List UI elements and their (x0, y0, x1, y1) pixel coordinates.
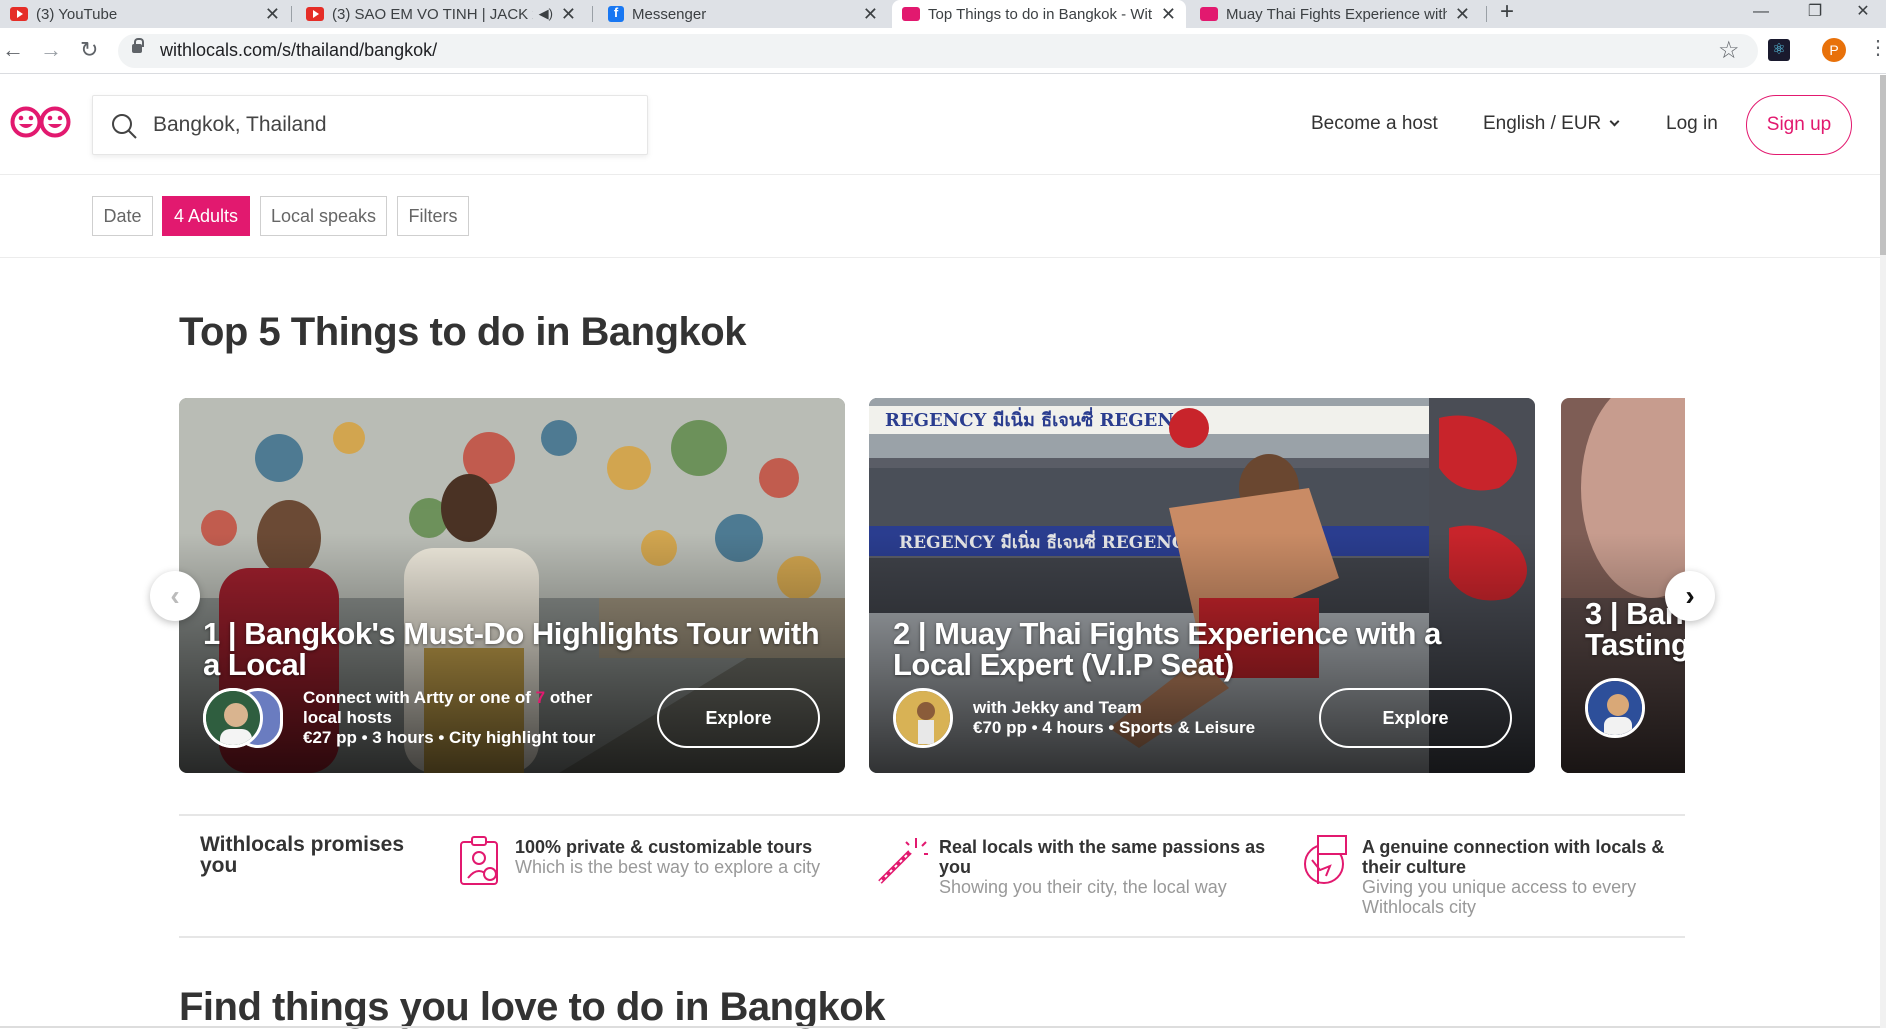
tab-title: Muay Thai Fights Experience with a Local (1226, 5, 1447, 23)
host-avatar[interactable] (1585, 678, 1645, 738)
speaker-icon[interactable]: ◀) (539, 6, 553, 22)
magic-wand-icon (878, 838, 928, 884)
date-filter-button[interactable]: Date (92, 196, 153, 236)
tab-title: Messenger (632, 5, 707, 23)
host-avatar[interactable] (893, 688, 953, 748)
browser-menu-icon[interactable]: ⋮ (1868, 36, 1886, 60)
react-extension-icon[interactable]: ⚛ (1768, 39, 1790, 61)
local-speaks-filter-button[interactable]: Local speaks (260, 196, 387, 236)
promise-subtitle: Giving you unique access to every Withlo… (1362, 877, 1637, 917)
promises-heading: Withlocals promises you (200, 833, 405, 877)
filters-button[interactable]: Filters (397, 196, 469, 236)
page-title: Top 5 Things to do in Bangkok (179, 310, 746, 354)
tab-top-things-bangkok[interactable]: Top Things to do in Bangkok - Withlocals… (892, 0, 1186, 28)
host-line: with Jekky and Team (973, 698, 1142, 717)
host-info: Connect with Artty or one of 7 other loc… (303, 688, 613, 748)
login-link[interactable]: Log in (1666, 113, 1718, 135)
close-icon[interactable]: ✕ (561, 4, 576, 25)
close-icon[interactable]: ✕ (265, 4, 280, 25)
carousel-prev-button[interactable]: ‹ (150, 571, 200, 621)
signup-button[interactable]: Sign up (1746, 95, 1852, 155)
tab-title: (3) YouTube (36, 5, 118, 23)
tab-divider (592, 6, 593, 22)
card-meta: €70 pp • 4 hours • Sports & Leisure (973, 718, 1256, 737)
promise-subtitle: Showing you their city, the local way (939, 877, 1227, 897)
card-title-line2: Tasting (1585, 627, 1685, 662)
tab-divider (291, 6, 292, 22)
host-info: with Jekky and Team €70 pp • 4 hours • S… (973, 698, 1303, 738)
host-count: 7 (535, 688, 546, 707)
card-title: 2 | Muay Thai Fights Experience with a L… (893, 616, 1441, 682)
tab-sao-em-vo-tinh[interactable]: (3) SAO EM VO TINH | JACK x K-ICM ◀) ✕ (296, 0, 586, 28)
withlocals-icon (902, 7, 920, 21)
lock-icon[interactable] (132, 38, 144, 53)
search-icon (112, 114, 137, 139)
youtube-icon (306, 7, 324, 21)
withlocals-icon (1200, 7, 1218, 21)
restore-button[interactable]: ❐ (1792, 0, 1838, 28)
tab-messenger[interactable]: f Messenger ✕ (598, 0, 888, 28)
withlocals-logo[interactable] (10, 105, 72, 139)
chevron-down-icon (1609, 116, 1620, 127)
promise-title: Real locals with the same passions as yo… (939, 837, 1266, 877)
close-window-button[interactable]: ✕ (1840, 0, 1886, 28)
close-icon[interactable]: ✕ (863, 4, 878, 25)
minimize-button[interactable]: — (1738, 0, 1784, 28)
tab-youtube[interactable]: (3) YouTube ✕ (0, 0, 290, 28)
promise-title: 100% private & customizable tours (515, 837, 813, 857)
promise-subtitle: Which is the best way to explore a city (515, 857, 821, 877)
forward-arrow-icon[interactable]: → (40, 36, 62, 64)
close-icon[interactable]: ✕ (1161, 4, 1176, 25)
bookmark-star-icon[interactable]: ☆ (1718, 36, 1740, 65)
new-tab-button[interactable]: + (1500, 0, 1514, 24)
private-tour-icon (460, 836, 498, 885)
experience-card-1[interactable]: 1 | Bangkok's Must-Do Highlights Tour wi… (179, 398, 845, 773)
host-line-other: other (549, 688, 593, 707)
culture-connection-icon (1304, 835, 1347, 884)
experience-card-2[interactable]: REGENCY มีเนิ่ม ธีเจนซี่ REGENCY REGENCY… (869, 398, 1535, 773)
become-host-link[interactable]: Become a host (1311, 113, 1438, 135)
card-meta: €27 pp • 3 hours • City highlight tour (303, 728, 596, 747)
profile-avatar[interactable]: P (1822, 38, 1846, 62)
host-line-local: local hosts (303, 708, 392, 727)
explore-button[interactable]: Explore (1319, 688, 1512, 748)
facebook-icon: f (608, 6, 624, 22)
host-line: Connect with Artty or one of (303, 688, 531, 707)
tab-muay-thai[interactable]: Muay Thai Fights Experience with a Local… (1190, 0, 1480, 28)
card-title: 1 | Bangkok's Must-Do Highlights Tour wi… (203, 616, 820, 682)
page-scrollbar-thumb[interactable] (1880, 75, 1886, 255)
tab-title: (3) SAO EM VO TINH | JACK x K-ICM (332, 5, 533, 23)
host-avatar-front[interactable] (203, 688, 263, 748)
language-currency-dropdown[interactable]: English / EUR (1483, 113, 1620, 135)
promise-title: A genuine connection with locals & their… (1362, 837, 1665, 877)
tab-title: Top Things to do in Bangkok - Withlocals (928, 5, 1153, 23)
section-title-find-things: Find things you love to do in Bangkok (179, 985, 885, 1029)
svg-text:REGENCY มีเนิ่ม ธีเจนซี่: REGENCY มีเนิ่ม ธีเจนซี่ REGENCY (885, 407, 1202, 431)
back-arrow-icon[interactable]: ← (2, 36, 24, 64)
close-icon[interactable]: ✕ (1455, 4, 1470, 25)
carousel-next-button[interactable]: › (1665, 571, 1715, 621)
tab-divider (1486, 6, 1487, 22)
search-input[interactable] (153, 110, 633, 140)
adults-filter-button[interactable]: 4 Adults (162, 196, 250, 236)
reload-icon[interactable]: ↻ (80, 36, 98, 64)
youtube-icon (10, 7, 28, 21)
url-text[interactable]: withlocals.com/s/thailand/bangkok/ (160, 40, 437, 61)
explore-button[interactable]: Explore (657, 688, 820, 748)
language-currency-label: English / EUR (1483, 113, 1602, 134)
